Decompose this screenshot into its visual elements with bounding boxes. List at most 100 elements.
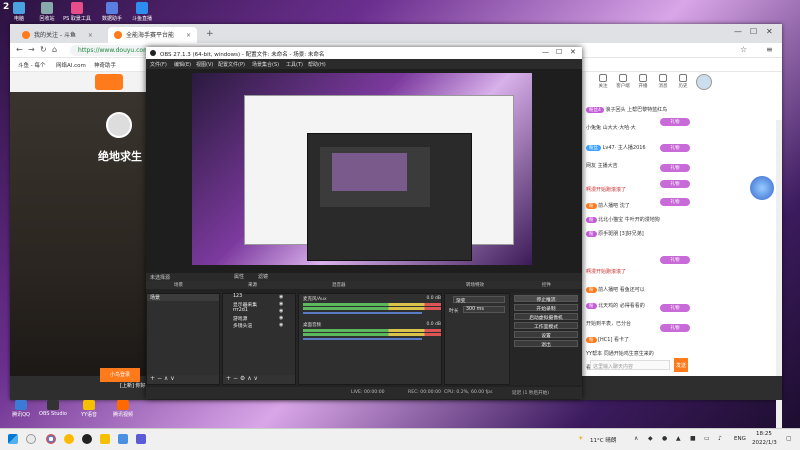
go-live-button[interactable]: 开播 bbox=[636, 74, 650, 89]
tray-app-icon[interactable]: ◆ bbox=[648, 435, 653, 442]
tray-app-icon[interactable]: ■ bbox=[690, 435, 696, 442]
reload-icon[interactable]: ↻ bbox=[40, 45, 47, 54]
close-icon[interactable]: × bbox=[186, 32, 191, 39]
follow-button[interactable]: 关注 bbox=[596, 74, 610, 89]
login-badge[interactable]: 小鸟登录 bbox=[100, 368, 140, 382]
chat-user[interactable]: 北天鸡的 bbox=[598, 303, 618, 309]
desktop-icon-tencent-video[interactable]: 腾讯视频 bbox=[104, 400, 142, 420]
transition-select[interactable]: 渐变 bbox=[453, 296, 505, 304]
extensions-icon[interactable]: ☆ bbox=[740, 45, 747, 54]
volume-slider[interactable] bbox=[303, 338, 422, 340]
remove-icon[interactable]: − bbox=[157, 375, 162, 382]
video-player[interactable]: 绝地求生 • 猎 · 五 · 鸡生意 bbox=[10, 92, 235, 392]
gift-badge[interactable]: 礼物 bbox=[660, 324, 690, 332]
menu-file[interactable]: 文件(F) bbox=[150, 61, 167, 68]
app-taskbar-icon[interactable] bbox=[118, 434, 128, 444]
start-virtual-camera-button[interactable]: 启动虚拟摄像机 bbox=[514, 313, 578, 321]
duration-input[interactable]: 300 ms bbox=[463, 306, 505, 313]
chat-user[interactable]: 前人播吧 bbox=[598, 287, 618, 293]
app-taskbar-icon[interactable] bbox=[136, 434, 146, 444]
user-avatar[interactable] bbox=[696, 74, 712, 90]
gift-badge[interactable]: 礼物 bbox=[660, 304, 690, 312]
close-icon[interactable]: × bbox=[88, 32, 93, 39]
clock-time[interactable]: 18:25 bbox=[756, 431, 772, 437]
tab-following[interactable]: 我的关注 - 斗鱼 × bbox=[16, 27, 99, 43]
volume-slider[interactable] bbox=[303, 312, 422, 314]
desktop-icon-ps[interactable]: PS 取景工具 bbox=[60, 2, 94, 26]
eye-icon[interactable]: ◉ bbox=[279, 315, 283, 321]
up-icon[interactable]: ∧ bbox=[164, 375, 168, 382]
stop-streaming-button[interactable]: 停止推流 bbox=[514, 295, 578, 303]
weather-text[interactable]: 11°C 晴朗 bbox=[590, 436, 616, 444]
minimize-button[interactable]: — bbox=[734, 27, 742, 36]
browser-taskbar-icon[interactable] bbox=[46, 434, 56, 444]
weather-icon[interactable]: ☀ bbox=[578, 435, 583, 442]
history-button[interactable]: 历史 bbox=[676, 74, 690, 89]
chat-user[interactable]: [HC1] bbox=[598, 337, 612, 343]
desktop-icon-yy[interactable]: YY语音 bbox=[70, 400, 108, 420]
preview-canvas[interactable] bbox=[192, 73, 532, 265]
start-recording-button[interactable]: 开始录制 bbox=[514, 304, 578, 312]
gear-icon[interactable]: ⚙ bbox=[240, 375, 245, 382]
obs-taskbar-icon[interactable] bbox=[82, 434, 92, 444]
chat-user[interactable]: 网友 bbox=[586, 163, 596, 169]
chat-user[interactable]: 前人播吧 bbox=[598, 203, 618, 209]
desktop-icon-douyu[interactable]: 斗鱼直播 bbox=[125, 2, 159, 26]
home-icon[interactable]: ⌂ bbox=[52, 45, 57, 54]
chat-user[interactable]: YY帮本 bbox=[586, 351, 602, 357]
menu-profile[interactable]: 配置文件(P) bbox=[218, 61, 245, 68]
folder-taskbar-icon[interactable] bbox=[100, 434, 110, 444]
avatar[interactable] bbox=[106, 112, 132, 138]
app-taskbar-icon[interactable] bbox=[64, 434, 74, 444]
search-icon[interactable] bbox=[26, 434, 36, 444]
menu-edit[interactable]: 编辑(E) bbox=[174, 61, 191, 68]
volume-icon[interactable]: ♪ bbox=[718, 435, 722, 442]
bookmark-item[interactable]: 斗鱼 - 每个 bbox=[18, 61, 45, 69]
maximize-button[interactable]: ☐ bbox=[556, 48, 562, 56]
gift-badge[interactable]: 礼物 bbox=[660, 118, 690, 126]
tray-app-icon[interactable]: ▲ bbox=[676, 435, 681, 442]
tray-app-icon[interactable]: ● bbox=[662, 435, 667, 442]
eye-icon[interactable]: ◉ bbox=[279, 301, 283, 307]
tab-active[interactable]: 全能海手赛平台能 × bbox=[108, 27, 197, 43]
forward-arrow-icon[interactable]: → bbox=[28, 45, 35, 54]
source-item[interactable]: 多镜头渲 ◉ bbox=[223, 322, 295, 329]
tray-chevron-icon[interactable]: ∧ bbox=[634, 435, 638, 442]
menu-view[interactable]: 视图(V) bbox=[196, 61, 213, 68]
chat-user[interactable]: 浪子回头 bbox=[605, 107, 625, 113]
gift-badge[interactable]: 礼物 bbox=[660, 198, 690, 206]
filters-button[interactable]: 滤镜 bbox=[258, 273, 268, 280]
close-window-button[interactable]: ✕ bbox=[766, 27, 773, 36]
send-button[interactable]: 发送 bbox=[674, 358, 688, 372]
down-icon[interactable]: ∨ bbox=[170, 375, 174, 382]
menu-icon[interactable]: ≡ bbox=[766, 45, 773, 54]
client-promo-icon[interactable] bbox=[750, 176, 774, 200]
gift-badge[interactable]: 礼物 bbox=[660, 180, 690, 188]
down-icon[interactable]: ∨ bbox=[254, 375, 258, 382]
up-icon[interactable]: ∧ bbox=[247, 375, 251, 382]
add-icon[interactable]: + bbox=[226, 375, 231, 382]
eye-icon[interactable]: ◉ bbox=[279, 294, 283, 300]
clock-date[interactable]: 2022/1/3 bbox=[752, 440, 777, 446]
settings-button[interactable]: 设置 bbox=[514, 331, 578, 339]
notification-icon[interactable]: ▢ bbox=[786, 435, 792, 442]
back-arrow-icon[interactable]: ← bbox=[16, 45, 23, 54]
language-indicator[interactable]: ENG bbox=[734, 436, 746, 442]
menu-tools[interactable]: 工具(T) bbox=[286, 61, 303, 68]
messages-button[interactable]: 消息 bbox=[656, 74, 670, 89]
remove-icon[interactable]: − bbox=[233, 375, 238, 382]
preview-area[interactable] bbox=[146, 69, 582, 281]
source-item[interactable]: rrr2d1 ◉ bbox=[223, 308, 295, 315]
menu-help[interactable]: 帮助(H) bbox=[308, 61, 326, 68]
gift-badge[interactable]: 礼物 bbox=[660, 256, 690, 264]
desktop-icon-recycle[interactable]: 回收站 bbox=[30, 2, 64, 26]
eye-icon[interactable]: ◉ bbox=[279, 308, 283, 314]
chat-user[interactable]: 北北小猫宝 bbox=[598, 217, 623, 223]
source-item[interactable]: 123 ◉ bbox=[223, 294, 295, 301]
gift-badge[interactable]: 礼物 bbox=[660, 144, 690, 152]
eye-icon[interactable]: ◉ bbox=[279, 322, 283, 328]
gift-badge[interactable]: 礼物 bbox=[660, 164, 690, 172]
desktop-icon-data[interactable]: 数据助手 bbox=[95, 2, 129, 26]
client-button[interactable]: 客户端 bbox=[616, 74, 630, 89]
close-window-button[interactable]: ✕ bbox=[570, 48, 576, 56]
